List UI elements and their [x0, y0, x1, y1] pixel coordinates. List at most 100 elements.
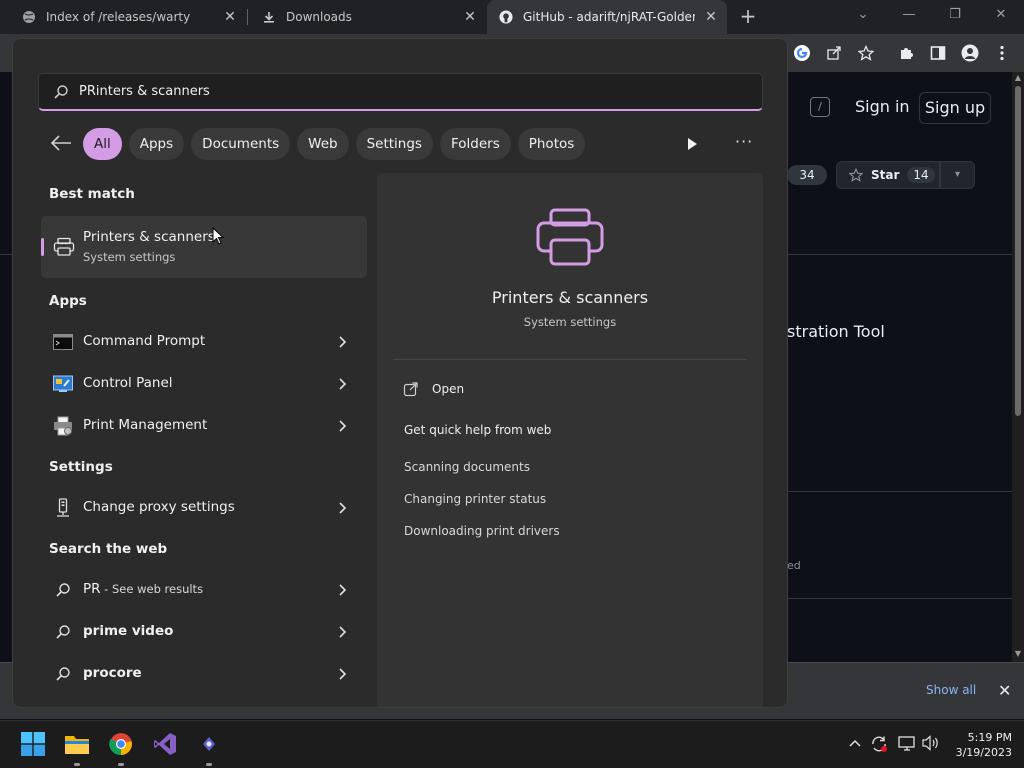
tab-downloads[interactable]: Downloads ✕	[248, 0, 486, 34]
chrome-icon[interactable]	[108, 731, 134, 757]
new-tab-button[interactable]: +	[738, 6, 758, 26]
search-filter-chips: All Apps Documents Web Settings Folders …	[83, 128, 586, 160]
play-icon[interactable]	[683, 135, 701, 153]
divider	[393, 359, 747, 360]
volume-icon[interactable]	[922, 735, 940, 753]
command-prompt-icon	[53, 332, 73, 352]
search-input[interactable]	[79, 84, 679, 99]
minimize-icon[interactable]: —	[894, 4, 924, 26]
bookmark-star-icon[interactable]	[855, 42, 877, 64]
google-icon[interactable]	[791, 42, 813, 64]
filter-apps[interactable]: Apps	[128, 128, 185, 160]
proxy-settings-icon	[53, 498, 73, 518]
filter-folders[interactable]: Folders	[439, 128, 511, 160]
tab-github[interactable]: GitHub - adarift/njRAT-Golden-E ✕	[487, 0, 727, 34]
best-match-subtitle: System settings	[83, 250, 176, 264]
chevron-right-icon[interactable]	[337, 334, 349, 350]
filter-documents[interactable]: Documents	[191, 128, 291, 160]
show-all-downloads-link[interactable]: Show all	[926, 683, 976, 697]
browser-tab-bar: Index of /releases/warty ✕ Downloads ✕ G…	[0, 0, 1024, 34]
star-icon	[849, 168, 863, 182]
tab-title: Downloads	[286, 10, 352, 24]
chevron-right-icon[interactable]	[337, 376, 349, 392]
close-icon[interactable]: ✕	[222, 9, 238, 25]
file-explorer-icon[interactable]	[64, 731, 90, 757]
teams-icon[interactable]	[196, 731, 222, 757]
scroll-up-icon[interactable]: ▲	[1012, 72, 1024, 84]
chevron-right-icon[interactable]	[337, 624, 349, 640]
profile-icon[interactable]	[959, 42, 981, 64]
web-result-pr[interactable]: PR - See web results	[41, 570, 367, 610]
more-options-icon[interactable]: ···	[735, 134, 755, 153]
app-control-panel[interactable]: Control Panel	[41, 364, 367, 404]
best-match-title: Printers & scanners	[83, 229, 215, 245]
sign-up-button[interactable]: Sign up	[919, 92, 991, 124]
app-label: Command Prompt	[83, 333, 206, 349]
filter-all[interactable]: All	[83, 128, 122, 160]
windows-start-icon[interactable]	[20, 731, 46, 757]
clock-date: 3/19/2023	[955, 746, 1012, 759]
side-panel-icon[interactable]	[927, 42, 949, 64]
chevron-right-icon[interactable]	[337, 500, 349, 516]
sign-in-link[interactable]: Sign in	[855, 97, 910, 116]
menu-dots-icon[interactable]	[991, 42, 1013, 64]
preview-title: Printers & scanners	[491, 288, 649, 307]
tab-title: GitHub - adarift/njRAT-Golden-E	[523, 10, 695, 24]
taskbar-clock[interactable]: 5:19 PM 3/19/2023	[948, 730, 1012, 760]
scrollbar-thumb[interactable]	[1015, 86, 1021, 416]
app-print-management[interactable]: Print Management	[41, 406, 367, 446]
tab-releases[interactable]: Index of /releases/warty ✕	[8, 0, 246, 34]
help-link-scanning[interactable]: Scanning documents	[404, 460, 530, 474]
web-result-label: procore	[83, 665, 142, 681]
running-indicator	[206, 763, 212, 766]
chevron-right-icon[interactable]	[337, 582, 349, 598]
scroll-down-icon[interactable]: ▼	[1012, 648, 1024, 660]
search-box[interactable]	[38, 73, 763, 111]
star-dropdown-button[interactable]: ▾	[940, 161, 975, 189]
web-result-procore[interactable]: procore	[41, 654, 367, 694]
web-result-label: PR - See web results	[83, 581, 203, 597]
chevron-right-icon[interactable]	[337, 418, 349, 434]
extensions-icon[interactable]	[895, 42, 917, 64]
star-label: Star	[871, 168, 900, 182]
section-settings: Settings	[49, 459, 113, 475]
tab-search-icon[interactable]: ⌄	[848, 4, 878, 26]
chevron-right-icon[interactable]	[337, 666, 349, 682]
search-icon	[53, 664, 73, 684]
page-scrollbar[interactable]: ▲ ▼	[1012, 72, 1024, 662]
selection-accent	[41, 238, 44, 256]
running-indicator	[118, 763, 124, 766]
app-command-prompt[interactable]: Command Prompt	[41, 322, 367, 362]
filter-web[interactable]: Web	[297, 128, 349, 160]
star-button[interactable]: Star 14	[836, 161, 940, 189]
share-icon[interactable]	[823, 42, 845, 64]
start-search-panel: All Apps Documents Web Settings Folders …	[12, 38, 788, 708]
fork-count-badge: 34	[787, 165, 827, 185]
print-management-icon	[53, 416, 73, 436]
setting-label: Change proxy settings	[83, 499, 235, 515]
close-downloads-bar-icon[interactable]: ✕	[998, 681, 1011, 700]
running-indicator	[74, 763, 80, 766]
setting-change-proxy[interactable]: Change proxy settings	[41, 488, 367, 528]
restore-icon[interactable]: ❐	[940, 4, 970, 26]
sync-icon[interactable]	[870, 735, 888, 753]
tab-title: Index of /releases/warty	[46, 10, 191, 24]
filter-settings[interactable]: Settings	[355, 128, 433, 160]
open-action[interactable]: Open	[403, 381, 464, 397]
close-window-icon[interactable]: ✕	[986, 4, 1016, 26]
close-icon[interactable]: ✕	[462, 9, 478, 25]
visual-studio-icon[interactable]	[152, 731, 178, 757]
filter-photos[interactable]: Photos	[517, 128, 586, 160]
help-link-print-drivers[interactable]: Downloading print drivers	[404, 524, 560, 538]
best-match-item[interactable]: Printers & scanners System settings	[41, 216, 367, 278]
back-arrow-icon[interactable]	[49, 133, 73, 153]
show-hidden-icons-chevron-icon[interactable]	[846, 735, 864, 753]
web-result-prime-video[interactable]: prime video	[41, 612, 367, 652]
search-icon	[53, 580, 73, 600]
printer-icon	[53, 237, 75, 256]
mouse-cursor-icon	[212, 227, 224, 245]
result-preview-pane: Printers & scanners System settings Open…	[377, 173, 763, 707]
close-icon[interactable]: ✕	[703, 9, 719, 25]
network-icon[interactable]	[898, 735, 916, 753]
help-link-printer-status[interactable]: Changing printer status	[404, 492, 546, 506]
